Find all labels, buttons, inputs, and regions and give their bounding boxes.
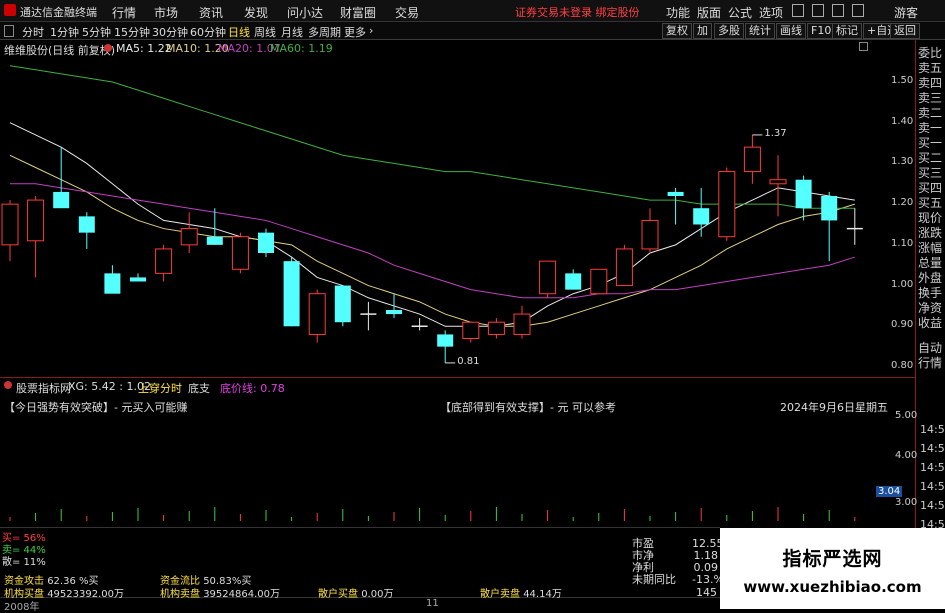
side-label: 收益 [918, 316, 943, 330]
side-label: 外盘 [918, 271, 943, 285]
candle-body [821, 196, 838, 221]
y-tick-label: 1.10 [891, 237, 914, 249]
indicator-label-2: 底支 [188, 382, 210, 395]
candle-body [1, 203, 19, 246]
watermark-url: www.xuezhibiao.com [743, 578, 922, 596]
candle-body [769, 179, 787, 185]
y-tick-label: 0.80 [891, 360, 914, 371]
retail-buy: 散户买盘 0.00万 [318, 589, 394, 600]
candle-body [283, 261, 300, 327]
candle-body [565, 273, 582, 290]
side-label: 总量 [918, 256, 943, 270]
candle-body [513, 313, 531, 335]
side-label: 卖二 [918, 106, 943, 120]
candle-body [130, 277, 146, 282]
indicator-icon[interactable] [4, 381, 12, 389]
side-label: 现价 [918, 211, 943, 225]
candle-body [334, 285, 351, 323]
price-badge: 3.04 [876, 486, 903, 497]
candle-body [206, 236, 223, 245]
retail-ratio: 散= 11% [2, 557, 46, 568]
candle-body [539, 260, 557, 295]
candle-body [155, 248, 173, 274]
expand-icon[interactable] [859, 42, 868, 51]
side-label[interactable]: 自动 [918, 341, 945, 356]
side-label: 买三 [918, 166, 943, 180]
y-tick-label: 1.50 [891, 75, 914, 86]
side-label: 买五 [918, 196, 943, 210]
sub-tick-5: 5.00 [895, 410, 918, 421]
indicator-label-1: 上穿分时 [138, 382, 182, 395]
indicator-label-3: 底价线: 0.78 [220, 382, 285, 395]
candle-body [53, 191, 70, 209]
side-label: 买一 [918, 136, 943, 150]
y-tick-label: 1.00 [891, 278, 914, 290]
settings-icon[interactable] [104, 44, 112, 52]
fundamental-labels: 市盈 市净 净利 未期同比 [632, 537, 676, 586]
indicator-title: 股票指标网 [16, 382, 71, 395]
candle-body [641, 219, 659, 250]
side-label: 买二 [918, 151, 943, 165]
candle-body [615, 248, 633, 287]
high-price-label: 1.37 [764, 127, 787, 139]
watermark: 指标严选网 www.xuezhibiao.com [720, 528, 945, 609]
y-tick-label: 1.30 [891, 156, 914, 168]
side-label[interactable]: 行情 [918, 356, 945, 371]
candle-body [308, 293, 326, 335]
candle-body [258, 232, 274, 253]
candle-body [590, 268, 608, 295]
candle-body [743, 146, 761, 173]
candle-body [386, 310, 402, 315]
candle-body [104, 273, 121, 294]
tick-11: 11 [426, 598, 439, 609]
side-label: 买四 [918, 181, 943, 195]
candle-body [462, 321, 480, 340]
candle-body [693, 208, 710, 225]
side-label: 涨幅 [918, 241, 943, 255]
candle-body [487, 321, 505, 335]
signal-support: 【底部得到有效支撑】- 元 可以参考 [440, 401, 616, 414]
side-label: 卖三 [918, 91, 943, 105]
candle-body [718, 171, 736, 238]
time-axis: 14:5 14:5 14:5 14:5 14:5 14:5 [920, 423, 945, 531]
y-tick-label: 1.40 [891, 115, 914, 127]
fundamental-extra: 145 [696, 586, 717, 599]
ma5-label: MA5: 1.22 [116, 42, 172, 55]
fundamental-values: 12.55 1.18 0.09 -13.% [692, 537, 724, 586]
candle-body [231, 236, 249, 270]
side-label: 卖四 [918, 76, 943, 90]
retail-sell: 散户卖盘 44.14万 [480, 589, 562, 600]
year-label: 2008年 [4, 602, 40, 613]
low-price-label: 0.81 [457, 355, 480, 367]
candle-body [78, 216, 95, 233]
candle-body [437, 334, 454, 347]
inst-sell: 机构卖盘 39524864.00万 [160, 589, 280, 600]
candle-body [27, 199, 45, 242]
sub-tick-4: 4.00 [895, 450, 918, 461]
signal-breakout: 【今日强势有效突破】- 元买入可能赚 [4, 401, 188, 414]
side-label: 卖五 [918, 61, 943, 75]
side-label: 净资 [918, 301, 943, 315]
side-label: 卖一 [918, 121, 943, 135]
kline-chart[interactable] [0, 0, 945, 609]
side-panel: 委比 卖五 卖四 卖三 卖二 卖一 买一 买二 买三 买四 买五 现价 涨跌 涨幅 总量 外盘 换手 净资 收益自动… [918, 46, 945, 371]
side-label: 换手 [918, 286, 943, 300]
current-date: 2024年9月6日星期五 [780, 401, 888, 414]
candle-body [667, 191, 684, 196]
candle-body [795, 179, 812, 209]
y-tick-label: 0.90 [891, 319, 914, 331]
y-tick-label: 1.20 [891, 197, 914, 209]
ma60-label: MA60: 1.19 [270, 42, 333, 55]
sub-tick-3: 3.00 [895, 497, 918, 508]
watermark-title: 指标严选网 [782, 548, 883, 570]
side-label: 涨跌 [918, 226, 943, 240]
side-label: 委比 [918, 46, 943, 60]
stock-title: 维维股份(日线 前复权) [4, 44, 116, 57]
candle-body [180, 228, 198, 246]
